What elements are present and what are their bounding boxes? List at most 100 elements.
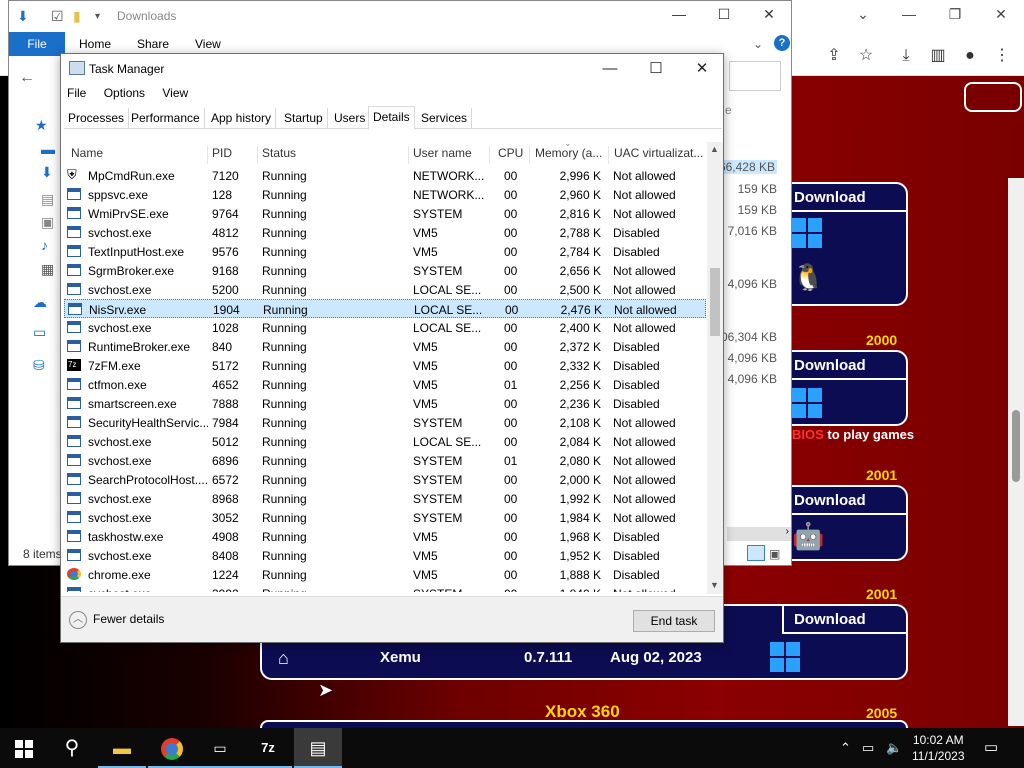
table-row[interactable]: 7z 7zFM.exe 5172 Running VM5 00 2,332 K Disable… <box>64 356 706 375</box>
quick-access-icon[interactable]: ★ <box>35 117 48 134</box>
download-button[interactable]: Download <box>782 487 908 515</box>
maximize-button[interactable]: ☐ <box>633 56 679 82</box>
fewer-details-button[interactable]: ︿ Fewer details <box>69 611 164 629</box>
download-button[interactable]: Download <box>782 606 908 634</box>
help-icon[interactable]: ? <box>774 35 790 51</box>
music-icon[interactable]: ♪ <box>41 237 48 253</box>
scroll-down-icon[interactable]: ▼ <box>710 580 719 590</box>
onedrive-icon[interactable]: ☁ <box>33 294 47 311</box>
pictures-icon[interactable]: ▣ <box>41 214 54 231</box>
table-row[interactable]: svchost.exe 5012 Running LOCAL SE... 00 2,084… <box>64 432 706 451</box>
table-row[interactable]: SearchProtocolHost.... 6572 Running SYSTEM 0… <box>64 470 706 489</box>
table-row[interactable]: svchost.exe 5200 Running LOCAL SE... 00 2,500… <box>64 280 706 299</box>
download-icon[interactable]: ⤓ <box>894 44 918 68</box>
menu-icon[interactable]: ⋮ <box>990 44 1014 68</box>
scroll-up-icon[interactable]: ▲ <box>710 144 719 154</box>
browser-scrollbar[interactable] <box>1008 178 1024 726</box>
column-header-size[interactable]: e <box>725 103 785 117</box>
table-row[interactable]: svchost.exe 4812 Running VM5 00 2,788 K Disabl… <box>64 223 706 242</box>
sidebar-icon[interactable]: ▥ <box>926 44 950 68</box>
tab-users[interactable]: Users <box>330 108 371 129</box>
close-button[interactable]: ✕ <box>986 6 1016 26</box>
desktop-icon[interactable]: ▬ <box>41 141 55 157</box>
customize-toolbar-icon[interactable]: ▾ <box>95 11 100 22</box>
table-row[interactable]: svchost.exe 8968 Running SYSTEM 00 1,992 K Not… <box>64 489 706 508</box>
view-tab[interactable]: View <box>195 37 221 51</box>
task-manager-icon[interactable]: ▤ <box>294 728 342 768</box>
table-row[interactable]: WmiPrvSE.exe 9764 Running SYSTEM 00 2,816 K No… <box>64 204 706 223</box>
table-row[interactable]: SecurityHealthServic... 7984 Running SYSTEM… <box>64 413 706 432</box>
volume-muted-icon[interactable]: 🔈 <box>886 740 902 756</box>
column-header-pid[interactable]: PID <box>208 146 258 164</box>
tab-startup[interactable]: Startup <box>280 108 328 129</box>
tab-app-history[interactable]: App history <box>207 108 277 129</box>
table-row[interactable]: ⛨ MpCmdRun.exe 7120 Running NETWORK... 00 2,99… <box>64 166 706 185</box>
new-folder-icon[interactable]: ▮ <box>73 8 81 25</box>
share-icon[interactable]: ⇪ <box>822 44 846 68</box>
scrollbar-thumb[interactable] <box>1012 410 1020 482</box>
table-row[interactable]: smartscreen.exe 7888 Running VM5 00 2,236 K Di… <box>64 394 706 413</box>
network-icon[interactable]: ⛁ <box>33 357 45 374</box>
table-row[interactable]: svchost.exe 3992 Running SYSTEM 00 1,840 K Not… <box>64 584 706 592</box>
network-icon[interactable]: ▭ <box>862 740 874 756</box>
menu-options[interactable]: Options <box>104 86 145 100</box>
home-tab[interactable]: Home <box>79 37 111 51</box>
close-button[interactable]: ✕ <box>752 6 786 23</box>
videos-icon[interactable]: ▦ <box>41 261 54 278</box>
table-row[interactable]: RuntimeBroker.exe 840 Running VM5 00 2,372 K D… <box>64 337 706 356</box>
minimize-button[interactable]: — <box>587 56 633 82</box>
tab-services[interactable]: Services <box>417 108 473 129</box>
star-icon[interactable]: ☆ <box>854 44 878 68</box>
large-icons-view-icon[interactable]: ▣ <box>769 547 780 561</box>
table-row[interactable]: ctfmon.exe 4652 Running VM5 01 2,256 K Disable… <box>64 375 706 394</box>
menu-view[interactable]: View <box>162 86 188 100</box>
table-row[interactable]: SgrmBroker.exe 9168 Running SYSTEM 00 2,656 K… <box>64 261 706 280</box>
start-button[interactable] <box>0 728 48 768</box>
download-button[interactable]: Download <box>782 184 908 212</box>
profile-icon[interactable]: ● <box>958 44 982 68</box>
column-header-name[interactable]: Name <box>68 146 208 164</box>
7zip-icon[interactable]: 7z <box>244 728 292 768</box>
column-header-cpu[interactable]: CPU <box>490 146 530 164</box>
show-hidden-icons-icon[interactable]: ⌃ <box>840 740 851 756</box>
terminal-icon[interactable]: ▭ <box>196 728 244 768</box>
table-row[interactable]: taskhostw.exe 4908 Running VM5 00 1,968 K Disa… <box>64 527 706 546</box>
search-icon[interactable]: ⚲ <box>48 728 96 768</box>
minimize-button[interactable]: — <box>894 6 924 26</box>
details-view-icon[interactable] <box>747 545 765 561</box>
table-row[interactable]: svchost.exe 3052 Running SYSTEM 00 1,984 K Not… <box>64 508 706 527</box>
properties-icon[interactable]: ☑ <box>51 8 64 25</box>
table-row[interactable]: TextInputHost.exe 9576 Running VM5 00 2,784 K… <box>64 242 706 261</box>
scrollbar-thumb[interactable] <box>710 268 720 336</box>
tab-performance[interactable]: Performance <box>127 108 205 129</box>
share-tab[interactable]: Share <box>137 37 169 51</box>
home-icon[interactable]: ⌂ <box>278 648 289 669</box>
table-row[interactable]: sppsvc.exe 128 Running NETWORK... 00 2,960 K N… <box>64 185 706 204</box>
tab-search-button[interactable]: ⌄ <box>848 6 878 26</box>
scroll-right-icon[interactable]: › <box>786 526 789 537</box>
end-task-button[interactable]: End task <box>633 610 715 632</box>
tab-details[interactable]: Details <box>368 106 415 130</box>
menu-file[interactable]: File <box>67 86 86 100</box>
restore-button[interactable]: ❐ <box>940 6 970 26</box>
this-pc-icon[interactable]: ▭ <box>33 324 46 341</box>
table-row[interactable]: chrome.exe 1224 Running VM5 00 1,888 K Disable… <box>64 565 706 584</box>
site-nav-button[interactable] <box>964 82 1022 112</box>
table-row[interactable]: svchost.exe 6896 Running SYSTEM 01 2,080 K Not… <box>64 451 706 470</box>
tab-processes[interactable]: Processes <box>64 108 130 129</box>
file-tab[interactable]: File <box>9 32 65 56</box>
horizontal-scrollbar[interactable]: › <box>727 526 791 541</box>
downloads-icon[interactable]: ⬇ <box>41 164 53 181</box>
file-explorer-icon[interactable]: ▬ <box>98 728 146 768</box>
maximize-button[interactable]: ☐ <box>707 6 741 23</box>
explorer-titlebar[interactable]: ⬇ ☑ ▮ ▾ Downloads — ☐ ✕ <box>9 1 791 32</box>
expand-ribbon-icon[interactable]: ⌄ <box>753 37 763 51</box>
column-header-uac[interactable]: UAC virtualizat... <box>609 146 706 164</box>
table-row[interactable]: NisSrv.exe 1904 Running LOCAL SE... 00 2,476 … <box>64 299 706 318</box>
close-button[interactable]: ✕ <box>679 56 725 82</box>
download-button[interactable]: Download <box>782 352 908 380</box>
back-arrow-icon[interactable]: ← <box>19 69 35 87</box>
notifications-icon[interactable]: ▭ <box>984 738 998 756</box>
documents-icon[interactable]: ▤ <box>41 191 54 208</box>
search-box[interactable] <box>729 61 781 91</box>
